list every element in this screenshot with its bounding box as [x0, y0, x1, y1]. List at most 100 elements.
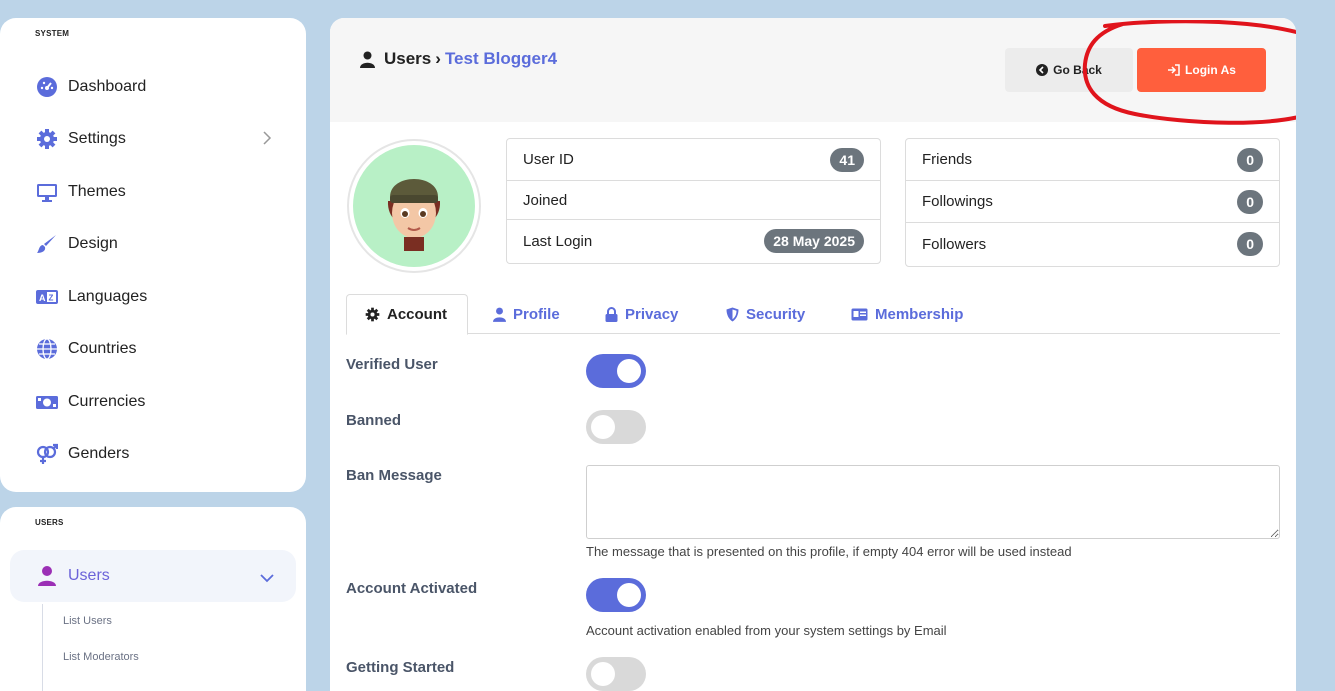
account-activated-toggle[interactable] [586, 578, 646, 612]
monitor-icon [36, 181, 58, 203]
svg-text:Z: Z [49, 294, 54, 303]
getting-started-toggle[interactable] [586, 657, 646, 691]
getting-started-label: Getting Started [346, 659, 455, 676]
account-activated-help: Account activation enabled from your sys… [586, 623, 947, 638]
ban-message-help: The message that is presented on this pr… [586, 544, 1072, 559]
lock-icon [605, 306, 618, 322]
sign-in-icon [1167, 64, 1180, 76]
go-back-label: Go Back [1053, 63, 1102, 77]
sidebar-item-genders[interactable]: Genders [0, 434, 306, 474]
sidebar-item-label: Users [68, 567, 110, 584]
stat-badge: 0 [1237, 232, 1263, 256]
tab-privacy[interactable]: Privacy [605, 294, 678, 334]
ban-message-label: Ban Message [346, 467, 442, 484]
sidebar-item-languages[interactable]: AZ Languages [0, 277, 306, 317]
stat-label: Friends [922, 151, 973, 168]
stat-row-user-id: User ID 41 [507, 139, 880, 181]
translate-icon: AZ [36, 286, 58, 308]
stat-label: Joined [523, 191, 568, 209]
social-stats-panel: Friends 0 Followings 0 Followers 0 [905, 138, 1280, 267]
sidebar-subitem-list-users[interactable]: List Users [63, 615, 112, 627]
verified-user-label: Verified User [346, 356, 438, 373]
sidebar-item-design[interactable]: Design [0, 224, 306, 264]
user-icon [36, 565, 58, 587]
avatar [347, 139, 481, 273]
stat-row-followings: Followings 0 [906, 181, 1279, 223]
go-back-button[interactable]: Go Back [1005, 48, 1133, 92]
id-card-icon [851, 308, 868, 321]
login-as-label: Login As [1185, 63, 1236, 77]
sidebar-item-themes[interactable]: Themes [0, 172, 306, 212]
toggle-knob [617, 359, 641, 383]
gauge-icon [36, 76, 58, 98]
user-icon [360, 51, 375, 68]
login-as-button[interactable]: Login As [1137, 48, 1266, 92]
stat-row-followers: Followers 0 [906, 223, 1279, 265]
banned-toggle[interactable] [586, 410, 646, 444]
stat-badge: 0 [1237, 190, 1263, 214]
toggle-knob [617, 583, 641, 607]
stat-label: Last Login [523, 232, 593, 250]
tab-bar: Account Profile Privacy Security Members… [346, 294, 1280, 335]
section-label-users: USERS [35, 518, 64, 527]
tab-label: Security [746, 305, 806, 323]
page-header: Users › Test Blogger4 Go Back Login As [330, 18, 1296, 122]
verified-user-toggle[interactable] [586, 354, 646, 388]
breadcrumb-separator: › [435, 49, 441, 68]
stat-label: Followers [922, 235, 987, 253]
breadcrumb-root[interactable]: Users [384, 49, 431, 69]
sidebar-item-currencies[interactable]: Currencies [0, 382, 306, 422]
breadcrumb-current[interactable]: Test Blogger4 [445, 49, 557, 69]
gender-icon [36, 443, 58, 465]
svg-text:A: A [39, 293, 46, 303]
arrow-left-circle-icon [1036, 64, 1049, 76]
sidebar-item-label: Design [68, 235, 118, 252]
sidebar-item-users[interactable]: Users [10, 550, 296, 602]
user-stats-panel: User ID 41 Joined Last Login 28 May 2025 [506, 138, 881, 264]
stat-row-friends: Friends 0 [906, 139, 1279, 181]
breadcrumb: Users › Test Blogger4 [360, 49, 557, 69]
stat-label: Followings [922, 193, 993, 210]
tab-security[interactable]: Security [726, 294, 805, 334]
sidebar-item-label: Currencies [68, 393, 146, 410]
tab-label: Account [387, 306, 447, 323]
tab-label: Privacy [625, 305, 679, 323]
tab-membership[interactable]: Membership [851, 294, 963, 334]
sidebar-item-label: Settings [68, 130, 126, 147]
money-icon [36, 391, 58, 413]
stat-badge: 0 [1237, 148, 1263, 172]
toggle-knob [591, 662, 615, 686]
sidebar-system-panel: SYSTEM Dashboard Settings Themes Design … [0, 18, 306, 492]
stat-row-last-login: Last Login 28 May 2025 [507, 220, 880, 262]
gear-icon [365, 307, 380, 322]
shield-icon [726, 307, 739, 322]
stat-row-joined: Joined [507, 181, 880, 220]
gear-icon [36, 128, 58, 150]
tab-account[interactable]: Account [346, 294, 468, 335]
sidebar-item-dashboard[interactable]: Dashboard [0, 67, 306, 107]
banned-label: Banned [346, 412, 402, 429]
tab-profile[interactable]: Profile [493, 294, 560, 334]
section-label-system: SYSTEM [35, 29, 70, 38]
sidebar-item-label: Dashboard [68, 78, 147, 95]
stat-badge: 41 [830, 148, 864, 172]
sidebar-item-countries[interactable]: Countries [0, 329, 306, 369]
brush-icon [36, 233, 58, 255]
toggle-knob [591, 415, 615, 439]
stat-label: User ID [523, 151, 574, 168]
sidebar-item-label: Themes [68, 183, 126, 200]
globe-icon [36, 338, 58, 360]
sidebar-item-settings[interactable]: Settings [0, 119, 306, 159]
tab-label: Profile [513, 305, 560, 323]
sidebar-subitem-list-moderators[interactable]: List Moderators [63, 651, 139, 663]
sidebar-item-label: Genders [68, 445, 130, 462]
chevron-down-icon [260, 570, 274, 588]
sidebar-item-label: Countries [68, 340, 137, 357]
submenu-line [42, 604, 43, 691]
avatar-image [353, 145, 475, 267]
ban-message-textarea[interactable] [586, 465, 1280, 539]
user-icon [493, 307, 506, 322]
main-panel: Users › Test Blogger4 Go Back Login As U… [330, 18, 1296, 691]
sidebar-item-label: Languages [68, 288, 148, 305]
account-activated-label: Account Activated [346, 580, 478, 597]
